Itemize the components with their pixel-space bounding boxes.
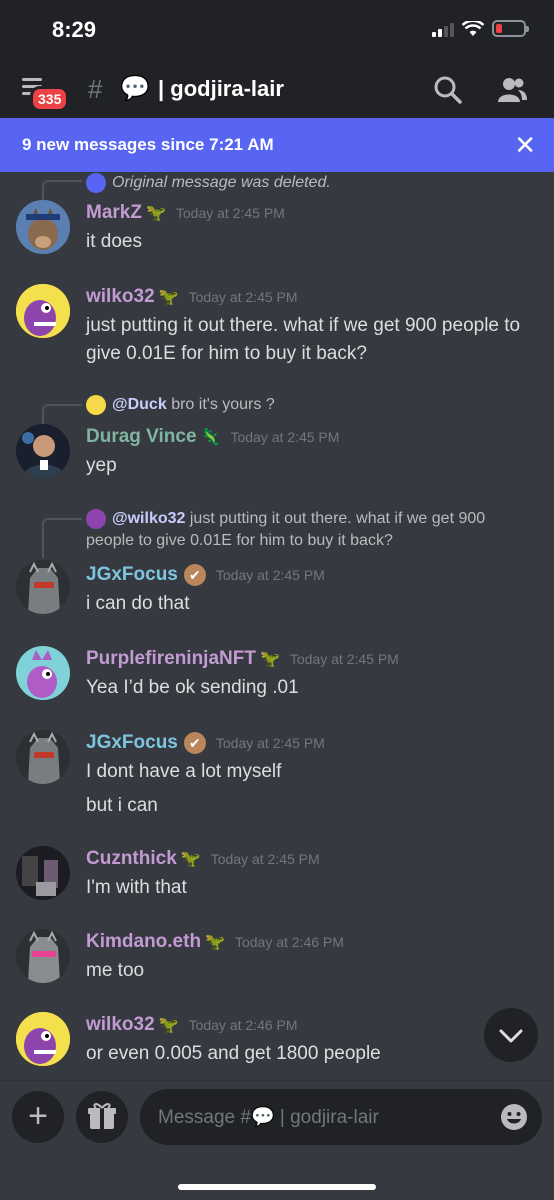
godjira-role-icon: 🦎 <box>200 428 221 446</box>
message-text: it does <box>86 231 142 252</box>
avatar[interactable] <box>16 1012 70 1066</box>
close-icon[interactable]: ✕ <box>514 130 536 161</box>
channel-header: 335 # 💬 | godjira-lair <box>0 60 554 118</box>
timestamp: Today at 2:46 PM <box>188 1017 298 1033</box>
godjira-role-icon: 🦖 <box>158 1016 179 1034</box>
channel-name[interactable]: | godjira-lair <box>158 76 284 102</box>
chevron-down-icon <box>499 1029 523 1043</box>
timestamp: Today at 2:45 PM <box>215 567 325 584</box>
message-text: me too <box>86 960 145 981</box>
message-input[interactable]: Message #💬 | godjira-lair <box>140 1089 542 1145</box>
cellular-signal-icon <box>432 21 454 37</box>
message-placeholder: Message #💬 | godjira-lair <box>158 1107 379 1128</box>
home-indicator[interactable] <box>178 1184 376 1190</box>
new-messages-banner[interactable]: 9 new messages since 7:21 AM ✕ <box>0 118 554 172</box>
message-text: but i can <box>86 795 158 816</box>
gift-button[interactable] <box>76 1091 128 1143</box>
timestamp: Today at 2:45 PM <box>188 289 298 305</box>
message-text: I'm with that <box>86 877 187 898</box>
author-name[interactable]: PurplefireninjaNFT 🦖 Today at 2:45 PM <box>86 648 399 670</box>
message-text: I dont have a lot myself <box>86 761 282 782</box>
verified-icon: ✔ <box>183 564 206 586</box>
wifi-icon <box>462 20 484 36</box>
add-attachment-button[interactable]: + <box>12 1091 64 1143</box>
search-icon[interactable] <box>432 74 464 106</box>
composer-bar: + Message #💬 | godjira-lair <box>0 1080 554 1200</box>
gift-icon <box>88 1103 116 1129</box>
avatar[interactable] <box>16 284 70 338</box>
author-name[interactable]: JGxFocus ✔ Today at 2:45 PM <box>86 564 325 586</box>
message-text: yep <box>86 455 117 476</box>
mention-badge: 335 <box>30 86 70 112</box>
message-list[interactable]: Original message was deleted. MarkZ 🦖 Toda… <box>0 172 554 1080</box>
timestamp: Today at 2:45 PM <box>175 205 285 221</box>
timestamp: Today at 2:45 PM <box>289 651 399 667</box>
godjira-role-icon: 🦖 <box>205 933 225 951</box>
avatar[interactable] <box>16 646 70 700</box>
plus-icon: + <box>28 1097 48 1135</box>
emoji-icon[interactable] <box>500 1103 528 1131</box>
author-name[interactable]: Kimdano.eth 🦖 Today at 2:46 PM <box>86 931 344 953</box>
avatar[interactable] <box>16 929 70 983</box>
message-text: i can do that <box>86 593 190 614</box>
message-text: or even 0.005 and get 1800 people <box>86 1043 381 1064</box>
timestamp: Today at 2:45 PM <box>210 851 320 867</box>
timestamp: Today at 2:46 PM <box>234 934 344 950</box>
author-name[interactable]: Durag Vince 🦎 Today at 2:45 PM <box>86 426 339 448</box>
avatar[interactable] <box>16 200 70 254</box>
status-time: 8:29 <box>52 17 97 42</box>
godjira-role-icon: 🦖 <box>180 850 201 868</box>
avatar[interactable] <box>16 424 70 478</box>
menu-button[interactable]: 335 <box>22 78 70 112</box>
reply-preview[interactable]: Original message was deleted. <box>86 172 536 194</box>
godjira-role-icon: 🦖 <box>158 288 179 306</box>
message-text: just putting it out there. what if we ge… <box>86 315 521 364</box>
new-messages-text: 9 new messages since 7:21 AM <box>22 135 274 154</box>
wilko32-avatar <box>86 508 106 529</box>
jump-to-bottom-button[interactable] <box>484 1008 538 1062</box>
author-name[interactable]: JGxFocus ✔ Today at 2:45 PM <box>86 732 325 754</box>
verified-icon: ✔ <box>183 732 206 754</box>
godjira-role-icon: 🦖 <box>259 650 280 668</box>
discord-icon <box>86 172 106 193</box>
author-name[interactable]: wilko32 🦖 Today at 2:45 PM <box>86 286 298 308</box>
reply-preview[interactable]: @Duck bro it's yours ? <box>86 394 536 416</box>
reply-preview[interactable]: @wilko32 just putting it out there. what… <box>86 508 536 552</box>
timestamp: Today at 2:45 PM <box>230 429 340 445</box>
avatar[interactable] <box>16 846 70 900</box>
hash-icon: # <box>88 74 103 104</box>
godjira-role-icon: 🦖 <box>145 204 166 222</box>
members-icon[interactable] <box>496 74 528 106</box>
author-name[interactable]: wilko32 🦖 Today at 2:46 PM <box>86 1014 298 1036</box>
author-name[interactable]: Cuznthick 🦖 Today at 2:45 PM <box>86 848 320 870</box>
avatar[interactable] <box>16 560 70 614</box>
status-bar: 8:29 <box>0 0 554 60</box>
timestamp: Today at 2:45 PM <box>215 735 325 752</box>
author-name[interactable]: MarkZ 🦖 Today at 2:45 PM <box>86 202 285 224</box>
status-icons <box>432 20 529 37</box>
avatar[interactable] <box>16 730 70 784</box>
duck-avatar <box>86 394 106 415</box>
battery-icon <box>492 20 529 37</box>
channel-emoji: 💬 <box>120 75 150 102</box>
message-text: Yea I’d be ok sending .01 <box>86 677 299 698</box>
